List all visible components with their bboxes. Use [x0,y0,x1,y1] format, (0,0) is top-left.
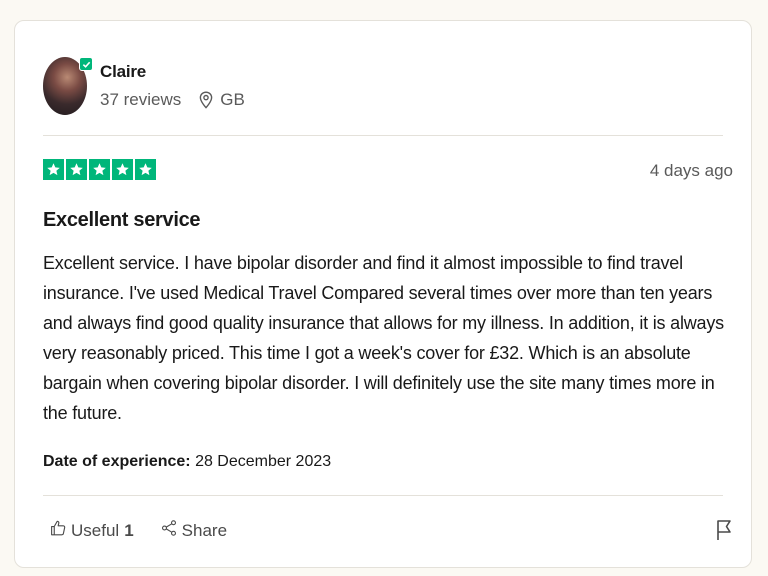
thumbs-up-icon [49,519,71,542]
star-rating [43,159,158,180]
useful-count: 1 [124,520,134,540]
star-icon [135,159,156,180]
useful-label: Useful [71,520,120,540]
star-icon [66,159,87,180]
star-icon [112,159,133,180]
star-icon [43,159,64,180]
reviewer-header: Claire 37 reviews GB [43,57,245,115]
verified-badge-icon [79,57,93,71]
review-body: Excellent service. I have bipolar disord… [43,253,724,423]
location-pin-icon [199,91,213,109]
review-actions: Useful 1 Share [49,519,227,542]
experience-date: 28 December 2023 [195,453,332,470]
reviewer-info: Claire 37 reviews GB [100,62,245,110]
review-count: 37 reviews [100,90,182,109]
review-card: Claire 37 reviews GB 4 days ago Excellen… [14,20,752,568]
reviewer-country: GB [220,90,245,109]
share-label: Share [181,520,228,540]
footer-divider [43,495,723,496]
star-icon [89,159,110,180]
review-title: Excellent service [43,209,201,231]
experience-label: Date of experience: [43,453,191,470]
reviewer-name[interactable]: Claire [100,62,245,82]
share-icon [160,519,182,542]
reviewer-meta: 37 reviews GB [100,90,245,110]
useful-button[interactable]: Useful 1 [49,519,134,542]
flag-icon[interactable] [715,519,733,546]
share-button[interactable]: Share [160,519,227,542]
avatar-container[interactable] [43,57,93,115]
review-date: 4 days ago [649,161,733,180]
header-divider [43,135,723,136]
date-of-experience: Date of experience: 28 December 2023 [43,453,331,471]
